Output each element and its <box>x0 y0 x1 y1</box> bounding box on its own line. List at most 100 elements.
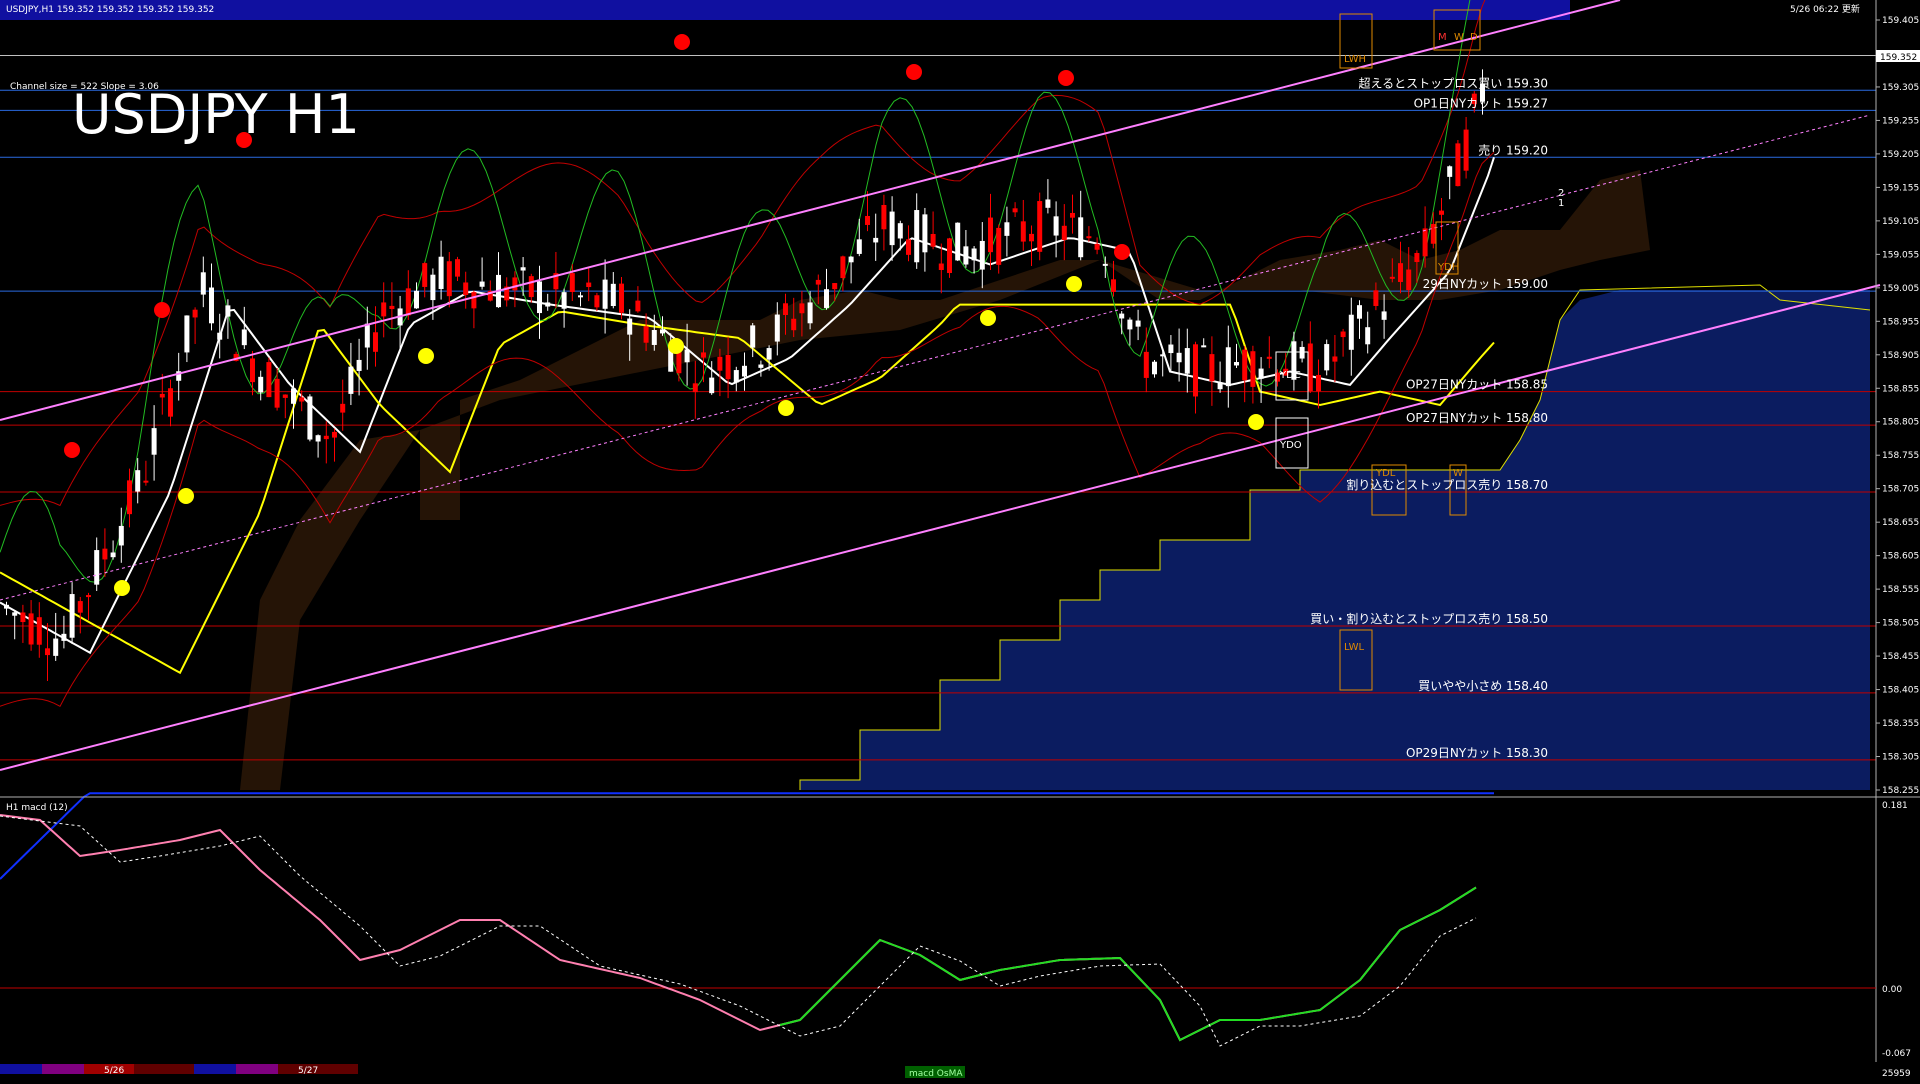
candle-body <box>1348 314 1354 350</box>
candle-body <box>1299 346 1305 359</box>
price-tick-label: 158.255 <box>1882 786 1919 796</box>
candle-body <box>1340 331 1346 338</box>
candle-body <box>578 295 583 298</box>
price-tick-label: 158.755 <box>1882 451 1919 461</box>
candle-body <box>405 288 411 316</box>
chart-canvas: USDJPY,H1 159.352 159.352 159.352 159.35… <box>0 0 1920 1080</box>
candle-body <box>1070 212 1075 218</box>
level-label: 割り込むとストップロス売り 158.70 <box>1346 477 1548 492</box>
macd-lines <box>0 814 1477 1047</box>
candle-body <box>1439 210 1444 215</box>
channel-upper-line <box>0 0 1621 421</box>
lwh-label: LWH <box>1344 54 1366 65</box>
bar-counter: 25959 <box>1882 1069 1911 1079</box>
level-label: 29日NYカット 159.00 <box>1423 277 1548 291</box>
candle-body <box>1127 319 1133 330</box>
candle-body <box>1029 233 1034 242</box>
price-tick-label: 159.005 <box>1882 284 1919 294</box>
current-price-label: 159.352 <box>1880 53 1917 63</box>
candle-body <box>102 548 108 560</box>
price-tick-label: 158.605 <box>1882 552 1919 562</box>
price-tick-label: 158.705 <box>1882 485 1919 495</box>
candle-body <box>701 352 706 358</box>
candle-body <box>660 329 665 334</box>
candle-body <box>200 272 206 295</box>
candle-body <box>12 612 18 616</box>
price-tick-label: 159.305 <box>1882 83 1919 93</box>
candle-body <box>28 613 34 645</box>
candle-body <box>1463 129 1469 171</box>
candle-body <box>709 377 715 394</box>
session-block <box>42 1064 84 1074</box>
candle-body <box>159 393 165 398</box>
price-tick-label: 159.055 <box>1882 250 1919 260</box>
candle-body <box>963 246 969 265</box>
candle-body <box>1250 351 1256 387</box>
candle-body <box>1455 143 1461 187</box>
candle-body <box>1447 166 1453 177</box>
candle-body <box>840 256 846 279</box>
ydc-label: YDC <box>1279 370 1301 381</box>
candle-body <box>1160 354 1166 357</box>
marker-1: 1 <box>1558 198 1564 209</box>
price-tick-label: 158.305 <box>1882 753 1919 763</box>
candle-body <box>4 604 9 609</box>
signal-icon <box>668 338 684 354</box>
candle-body <box>619 283 624 313</box>
level-label: 売り 159.20 <box>1478 142 1548 157</box>
header-band <box>0 0 1570 20</box>
candle-body <box>118 525 124 546</box>
level-label: 買い・割り込むとストップロス売り 158.50 <box>1310 611 1548 626</box>
candle-body <box>1324 344 1330 371</box>
candle-body <box>1193 344 1198 397</box>
candle-body <box>1045 199 1051 208</box>
candle-body <box>774 314 780 342</box>
indicator-tab-label[interactable]: macd OsMA <box>909 1069 963 1079</box>
candle-body <box>897 223 903 239</box>
signal-icon <box>114 580 130 596</box>
candle-body <box>1053 216 1059 236</box>
candle-body <box>209 287 214 324</box>
candle-body <box>889 211 895 246</box>
candle-body <box>1152 361 1157 375</box>
bollinger-upper-line <box>0 0 1486 507</box>
candle-body <box>323 435 329 440</box>
candle-body <box>1381 311 1387 320</box>
candle-body <box>143 480 149 483</box>
candle-body <box>1012 208 1018 213</box>
big-title: USDJPY H1 <box>72 83 360 146</box>
candle-body <box>61 633 67 641</box>
ichimoku-cloud <box>240 170 1871 790</box>
candle-body <box>135 470 141 492</box>
candle-body <box>1217 383 1223 390</box>
candle-body <box>750 325 756 348</box>
signal-icon <box>906 64 922 80</box>
candle-body <box>1406 269 1412 291</box>
session-block <box>0 1064 42 1074</box>
candle-body <box>1201 345 1207 348</box>
price-tick-label: 158.955 <box>1882 317 1919 327</box>
price-tick-label: 159.155 <box>1882 183 1919 193</box>
candle-body <box>766 348 772 360</box>
candle-body <box>332 431 337 438</box>
signal-icon <box>1058 70 1074 86</box>
candle-body <box>430 274 436 301</box>
candle-body <box>53 638 59 656</box>
candle-body <box>1168 344 1174 354</box>
symbol-info: USDJPY,H1 159.352 159.352 159.352 159.35… <box>6 5 214 15</box>
candle-body <box>1422 228 1428 257</box>
macd-line-down <box>0 814 1477 1042</box>
candle-body <box>906 239 911 255</box>
candle-body <box>1184 348 1190 374</box>
candle-body <box>69 594 75 638</box>
candle-body <box>856 239 862 254</box>
candle-body <box>479 281 485 287</box>
level-label: OP27日NYカット 158.85 <box>1406 378 1548 392</box>
candle-body <box>77 601 83 613</box>
candle-body <box>832 283 838 290</box>
candle-body <box>20 612 26 623</box>
candle-body <box>36 617 42 645</box>
candle-body <box>643 326 649 343</box>
candle-body <box>291 388 296 404</box>
price-tick-label: 159.255 <box>1882 116 1919 126</box>
